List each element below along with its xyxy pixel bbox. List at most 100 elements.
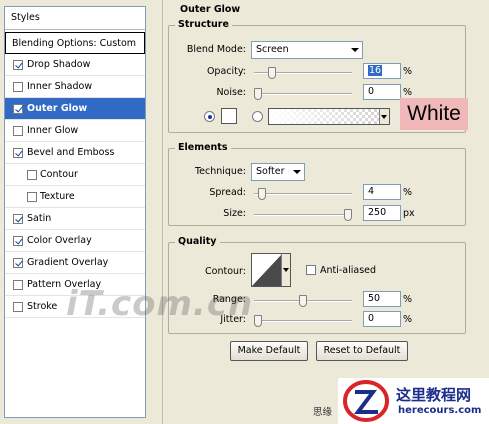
size-label: Size: xyxy=(223,208,246,219)
styles-items: Drop Shadow Inner Shadow Outer Glow Inner G… xyxy=(5,54,145,318)
styles-list-panel: Styles Blending Options: Custom Drop Sha… xyxy=(4,6,146,418)
jitter-input[interactable]: 0 xyxy=(363,311,401,327)
glow-gradient-picker[interactable] xyxy=(268,108,390,125)
reset-to-default-button[interactable]: Reset to Default xyxy=(316,341,408,361)
blend-mode-label: Blend Mode: xyxy=(186,44,246,55)
style-checkbox[interactable] xyxy=(13,302,23,312)
noise-value: 0 xyxy=(368,86,375,97)
style-checkbox[interactable] xyxy=(13,258,23,268)
opacity-value: 16 xyxy=(368,65,383,76)
color-annotation: White xyxy=(400,98,468,130)
style-checkbox[interactable] xyxy=(13,148,23,158)
gradient-dropdown-icon[interactable] xyxy=(379,109,389,124)
style-checkbox[interactable] xyxy=(13,126,23,136)
style-item-satin[interactable]: Satin xyxy=(5,208,145,230)
footer-cn-text: 思缘 xyxy=(313,407,333,418)
style-item-gradient-overlay[interactable]: Gradient Overlay xyxy=(5,252,145,274)
style-checkbox[interactable] xyxy=(13,214,23,224)
technique-label: Technique: xyxy=(194,166,246,177)
style-checkbox[interactable] xyxy=(13,104,23,114)
opacity-slider[interactable] xyxy=(254,67,352,79)
outer-glow-title: Outer Glow xyxy=(180,4,241,15)
style-checkbox[interactable] xyxy=(27,192,37,202)
spread-unit: % xyxy=(403,187,413,198)
style-item-contour[interactable]: Contour xyxy=(5,164,145,186)
blend-mode-value: Screen xyxy=(256,44,289,55)
range-slider[interactable] xyxy=(254,295,352,307)
style-item-label: Inner Shadow xyxy=(27,81,93,92)
opacity-input[interactable]: 16 xyxy=(363,63,401,79)
jitter-unit: % xyxy=(403,314,413,325)
range-value: 50 xyxy=(368,293,381,304)
spread-slider[interactable] xyxy=(254,188,352,200)
range-input[interactable]: 50 xyxy=(363,291,401,307)
style-checkbox[interactable] xyxy=(27,170,37,180)
noise-unit: % xyxy=(403,87,413,98)
noise-slider[interactable] xyxy=(254,88,352,100)
technique-value: Softer xyxy=(256,166,285,177)
blending-options-item[interactable]: Blending Options: Custom xyxy=(5,32,145,54)
style-checkbox[interactable] xyxy=(13,236,23,246)
anti-aliased-label: Anti-aliased xyxy=(320,265,377,276)
jitter-slider[interactable] xyxy=(254,315,352,327)
contour-label: Contour: xyxy=(205,266,246,277)
style-item-label: Gradient Overlay xyxy=(27,257,109,268)
logo-cn-text: 这里教程网 xyxy=(396,386,472,404)
chevron-down-icon xyxy=(293,170,301,174)
opacity-label: Opacity: xyxy=(206,66,246,77)
style-checkbox[interactable] xyxy=(13,82,23,92)
anti-aliased-checkbox[interactable] xyxy=(306,265,316,275)
size-value: 250 xyxy=(368,207,387,218)
contour-linear-icon xyxy=(252,254,282,286)
style-item-outer-glow[interactable]: Outer Glow xyxy=(5,98,145,120)
solid-color-radio[interactable] xyxy=(204,111,215,122)
structure-legend: Structure xyxy=(175,19,232,30)
elements-legend: Elements xyxy=(175,142,231,153)
style-item-label: Color Overlay xyxy=(27,235,92,246)
style-item-inner-shadow[interactable]: Inner Shadow xyxy=(5,76,145,98)
styles-header[interactable]: Styles xyxy=(5,7,145,30)
chevron-down-icon xyxy=(351,48,359,52)
spread-value: 4 xyxy=(368,186,375,197)
style-item-drop-shadow[interactable]: Drop Shadow xyxy=(5,54,145,76)
style-item-bevel-and-emboss[interactable]: Bevel and Emboss xyxy=(5,142,145,164)
style-item-label: Outer Glow xyxy=(27,103,88,114)
noise-slider-thumb[interactable] xyxy=(254,88,262,100)
style-item-label: Contour xyxy=(40,169,78,180)
gradient-radio[interactable] xyxy=(252,111,263,122)
style-item-color-overlay[interactable]: Color Overlay xyxy=(5,230,145,252)
opacity-slider-thumb[interactable] xyxy=(268,67,277,79)
chevron-down-icon xyxy=(283,268,289,272)
style-checkbox[interactable] xyxy=(13,60,23,70)
noise-input[interactable]: 0 xyxy=(363,84,401,100)
style-item-inner-glow[interactable]: Inner Glow xyxy=(5,120,145,142)
style-item-label: Stroke xyxy=(27,301,58,312)
size-input[interactable]: 250 xyxy=(363,205,401,221)
style-item-label: Inner Glow xyxy=(27,125,79,136)
size-slider-thumb[interactable] xyxy=(344,209,352,221)
jitter-slider-thumb[interactable] xyxy=(254,315,262,327)
style-checkbox[interactable] xyxy=(13,280,23,290)
blend-mode-select[interactable]: Screen xyxy=(251,41,363,59)
style-item-label: Bevel and Emboss xyxy=(27,147,115,158)
style-item-texture[interactable]: Texture xyxy=(5,186,145,208)
make-default-button[interactable]: Make Default xyxy=(230,341,308,361)
contour-picker[interactable] xyxy=(251,253,291,287)
site-logo: 这里教程网 herecours.com xyxy=(338,378,489,424)
style-item-label: Texture xyxy=(40,191,75,202)
contour-dropdown-button[interactable] xyxy=(281,254,290,286)
jitter-value: 0 xyxy=(368,313,375,324)
range-slider-thumb[interactable] xyxy=(299,295,307,307)
size-slider[interactable] xyxy=(254,209,352,221)
style-item-label: Satin xyxy=(27,213,52,224)
spread-slider-thumb[interactable] xyxy=(257,188,266,200)
noise-label: Noise: xyxy=(216,87,246,98)
glow-color-swatch[interactable] xyxy=(221,108,237,124)
spread-input[interactable]: 4 xyxy=(363,184,401,200)
z-logo-icon xyxy=(343,380,389,422)
logo-url-text: herecours.com xyxy=(398,405,482,416)
technique-select[interactable]: Softer xyxy=(251,163,305,181)
site-watermark: iT.com.cn xyxy=(66,284,254,324)
spread-label: Spread: xyxy=(209,187,246,198)
range-unit: % xyxy=(403,294,413,305)
